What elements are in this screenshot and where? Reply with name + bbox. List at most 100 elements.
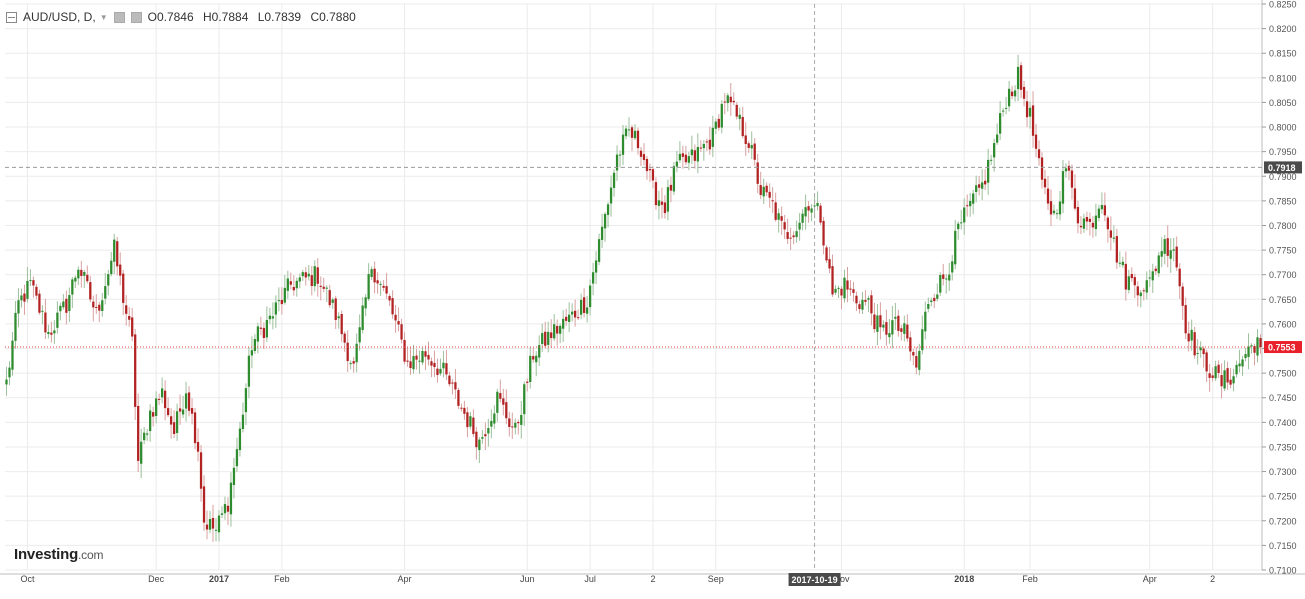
candle bbox=[1181, 282, 1184, 321]
close-icon[interactable] bbox=[130, 11, 142, 23]
candle-body bbox=[385, 286, 388, 294]
candle bbox=[981, 169, 984, 201]
candle bbox=[83, 269, 86, 289]
candle-body bbox=[995, 134, 999, 143]
candle bbox=[1115, 228, 1118, 270]
candle-body bbox=[421, 350, 424, 363]
candle bbox=[571, 303, 574, 322]
candle-body bbox=[870, 295, 873, 314]
candle bbox=[693, 144, 696, 169]
candle bbox=[122, 269, 125, 315]
chevron-down-icon[interactable]: ▼ bbox=[100, 13, 108, 22]
candle-body bbox=[801, 213, 804, 223]
candle-body bbox=[412, 356, 415, 370]
candle bbox=[1049, 189, 1053, 227]
candle bbox=[77, 266, 80, 285]
y-tick-label: 0.7600 bbox=[1269, 319, 1297, 329]
candle bbox=[885, 309, 888, 346]
candle-body bbox=[550, 332, 553, 339]
settings-icon[interactable] bbox=[113, 11, 125, 23]
candle bbox=[445, 349, 448, 380]
candle-body bbox=[1133, 277, 1136, 286]
candle-body bbox=[993, 143, 996, 158]
candle bbox=[1031, 91, 1035, 148]
candle bbox=[774, 192, 777, 222]
candle bbox=[687, 151, 691, 171]
candle bbox=[152, 406, 155, 427]
candle-body bbox=[163, 390, 167, 409]
candle-body bbox=[307, 273, 310, 277]
candle-body bbox=[310, 275, 313, 287]
candle-body bbox=[939, 275, 942, 293]
candle bbox=[828, 246, 831, 274]
candle-body bbox=[744, 135, 747, 144]
candle bbox=[684, 145, 688, 166]
candle bbox=[597, 233, 601, 266]
candle-body bbox=[436, 368, 439, 376]
candle bbox=[247, 347, 251, 399]
candle-body bbox=[1016, 66, 1020, 90]
candle-body bbox=[484, 434, 487, 437]
candlestick-chart[interactable]: 0.7100 0.7150 0.7200 0.7250 0.7300 0.7350 0.74… bbox=[0, 0, 1305, 594]
candle bbox=[855, 291, 858, 312]
candle bbox=[804, 194, 807, 230]
candle-body bbox=[864, 299, 867, 302]
candle-body bbox=[169, 416, 173, 425]
candle-body bbox=[711, 127, 714, 147]
candle bbox=[268, 307, 272, 324]
candle bbox=[1004, 96, 1008, 115]
candle-body bbox=[334, 298, 337, 320]
candle-body bbox=[1178, 268, 1181, 287]
y-tick-label: 0.7100 bbox=[1269, 566, 1297, 576]
candle bbox=[56, 301, 59, 334]
candle bbox=[211, 504, 215, 542]
candle bbox=[585, 295, 589, 323]
candle-body bbox=[59, 305, 62, 312]
candle bbox=[514, 418, 517, 435]
chart-area[interactable]: 0.7100 0.7150 0.7200 0.7250 0.7300 0.7350 0.74… bbox=[0, 0, 1305, 594]
candle-body bbox=[612, 172, 616, 188]
y-tick-label: 0.8100 bbox=[1269, 73, 1297, 83]
candle-body bbox=[636, 130, 640, 149]
candle bbox=[541, 323, 544, 352]
low-value: L0.7839 bbox=[257, 10, 302, 24]
candle-body bbox=[1034, 134, 1038, 149]
candle bbox=[1157, 251, 1160, 277]
candle-body bbox=[328, 290, 331, 306]
candle bbox=[1172, 237, 1175, 262]
candle-body bbox=[1256, 337, 1259, 356]
candle bbox=[475, 426, 478, 460]
candle-body bbox=[906, 324, 909, 339]
candle bbox=[68, 287, 71, 323]
y-tick-label: 0.7450 bbox=[1269, 393, 1297, 403]
candle bbox=[942, 263, 945, 286]
symbol-label[interactable]: AUD/USD, D, bbox=[23, 10, 96, 24]
x-tick-label: Dec bbox=[148, 574, 165, 584]
candle-body bbox=[1058, 201, 1062, 215]
candle bbox=[511, 412, 514, 439]
candle bbox=[840, 286, 843, 310]
y-tick-label: 0.7200 bbox=[1269, 516, 1297, 526]
candle-body bbox=[508, 418, 511, 427]
candle bbox=[984, 169, 987, 191]
candle bbox=[681, 145, 685, 169]
candle bbox=[535, 351, 538, 377]
candle-body bbox=[116, 241, 119, 267]
candle-body bbox=[205, 524, 209, 530]
candle-body bbox=[1199, 347, 1202, 351]
candle-body bbox=[160, 388, 164, 398]
candle bbox=[588, 279, 592, 316]
candle bbox=[591, 262, 595, 296]
candle-body bbox=[675, 161, 679, 167]
candle bbox=[499, 379, 502, 403]
candle bbox=[783, 214, 786, 239]
collapse-icon[interactable] bbox=[6, 11, 17, 23]
candle bbox=[786, 218, 789, 245]
candle bbox=[1217, 360, 1220, 378]
candle bbox=[1046, 176, 1050, 211]
candle-body bbox=[1244, 354, 1247, 359]
candle-body bbox=[879, 315, 882, 328]
candle-body bbox=[606, 204, 610, 215]
candle bbox=[1073, 174, 1077, 211]
crosshair-date-label: 2017-10-19 bbox=[792, 575, 838, 585]
